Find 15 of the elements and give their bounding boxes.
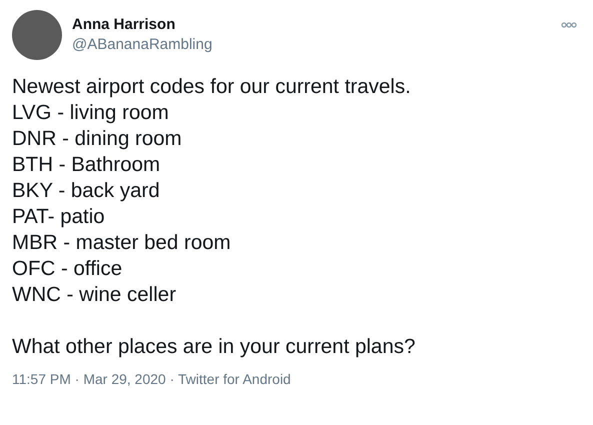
tweet-text-line: BTH - Bathroom bbox=[12, 152, 162, 178]
tweet-text-line: LVG - living room bbox=[12, 100, 170, 126]
author-name: Anna Harrison bbox=[72, 15, 176, 35]
tweet-text-line: WNC - wine celler bbox=[12, 282, 178, 308]
tweet-timestamp: 11:57 PM · Mar 29, 2020 · Twitter for Android bbox=[12, 370, 292, 388]
tweet-text-line: DNR - dining room bbox=[12, 126, 183, 152]
avatar-placeholder bbox=[12, 10, 62, 60]
tweet-text-line: OFC - office bbox=[12, 256, 124, 282]
tweet-text-line: MBR - master bed room bbox=[12, 230, 232, 256]
tweet-text-line: BKY - back yard bbox=[12, 178, 161, 204]
tweet-text-line: PAT- patio bbox=[12, 204, 106, 230]
tweet-question: What other places are in your current plans? bbox=[12, 334, 416, 360]
author-handle: @ABananaRambling bbox=[72, 35, 212, 55]
tweet-text-line: Newest airport codes for our current travels. bbox=[12, 74, 412, 100]
more-options-icon[interactable] bbox=[561, 22, 577, 28]
